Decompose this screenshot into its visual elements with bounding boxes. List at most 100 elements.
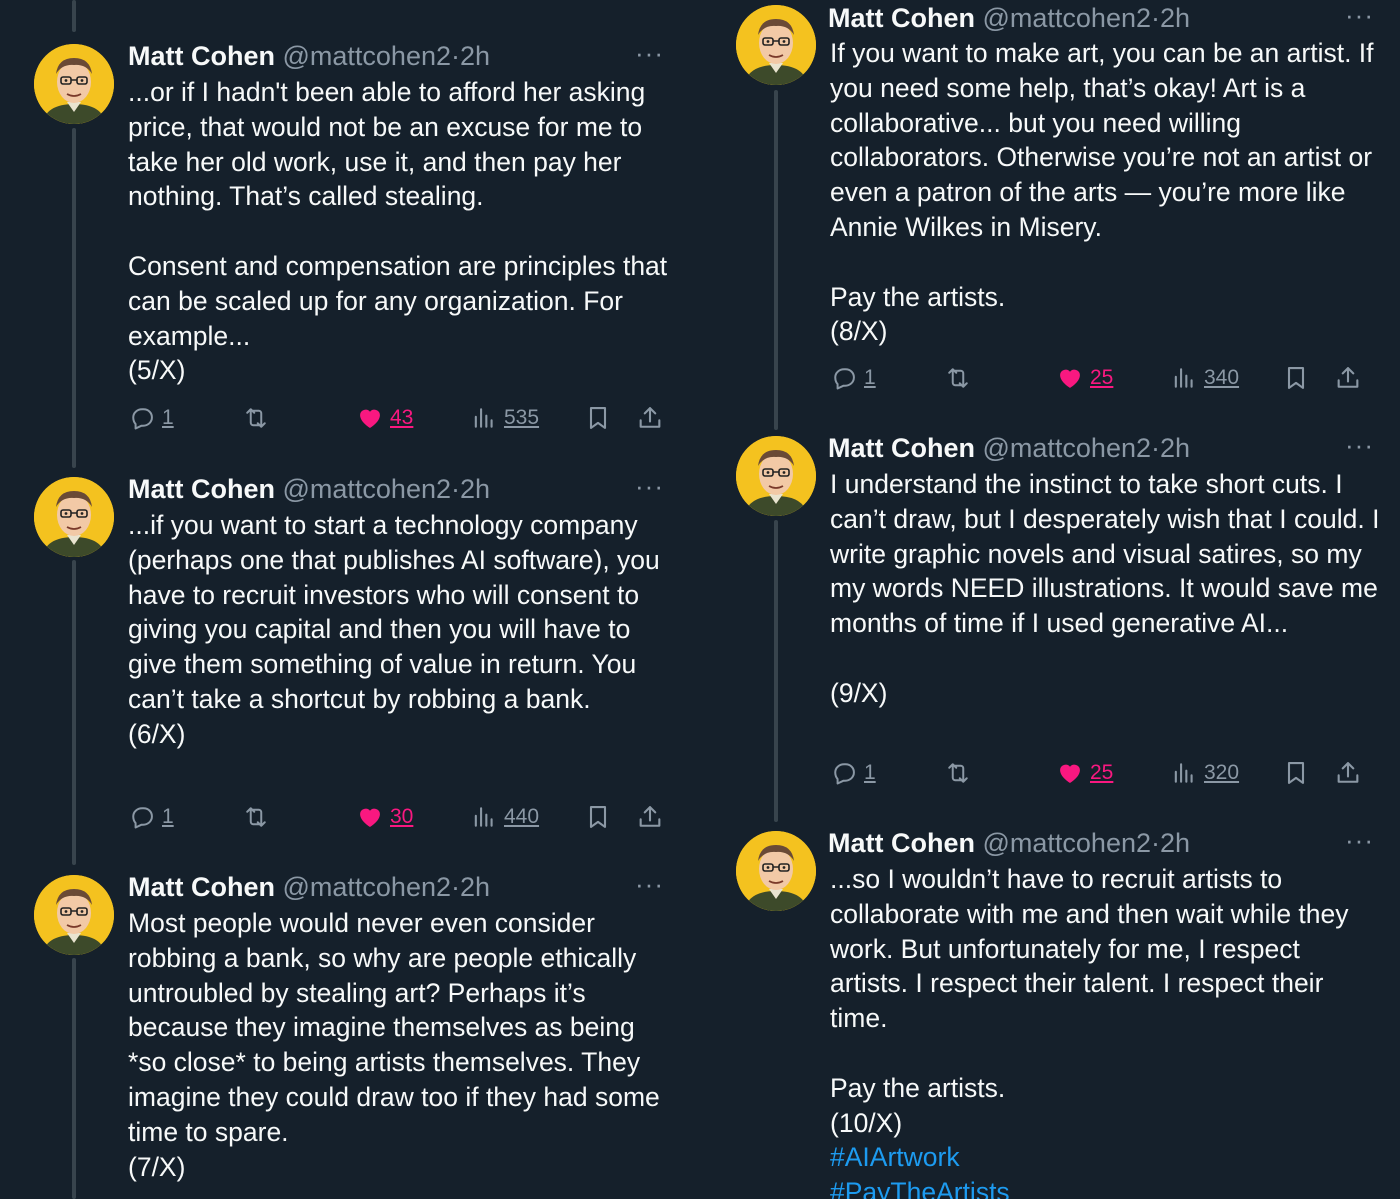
author-handle[interactable]: @mattcohen2 [983,3,1152,33]
timestamp[interactable]: 2h [460,41,490,71]
retweet-button[interactable] [944,755,972,791]
thread-line [72,0,76,32]
more-icon[interactable]: ··· [635,38,664,68]
bookmark-button[interactable] [584,400,612,436]
tweet-actions: 1 25 320 [830,755,1378,791]
more-icon[interactable]: ··· [635,869,664,899]
more-icon[interactable]: ··· [1345,0,1374,30]
timestamp[interactable]: 2h [460,474,490,504]
avatar[interactable] [736,436,816,516]
tweet-actions: 1 25 340 [830,360,1378,396]
heart-icon [1056,759,1084,787]
views-button[interactable]: 535 [470,400,539,436]
bookmark-icon [1282,759,1310,787]
author-handle[interactable]: @mattcohen2 [283,872,452,902]
thread-line [72,128,76,468]
views-icon [1170,364,1198,392]
reply-button[interactable]: 1 [830,360,876,396]
views-icon [470,803,498,831]
author-name[interactable]: Matt Cohen [828,828,975,858]
tweet-header: Matt Cohen @mattcohen2·2h [128,869,690,905]
reply-button[interactable]: 1 [830,755,876,791]
views-count: 320 [1204,761,1240,784]
author-handle[interactable]: @mattcohen2 [283,41,452,71]
like-button[interactable]: 30 [356,799,413,835]
like-count: 25 [1090,761,1114,784]
tweet-header: Matt Cohen @mattcohen2·2h [828,825,1400,861]
hashtag-link[interactable]: #AIArtwork [830,1140,1380,1175]
author-name[interactable]: Matt Cohen [828,3,975,33]
retweet-button[interactable] [242,799,270,835]
avatar[interactable] [736,5,816,85]
separator-dot: · [451,41,460,71]
separator-dot: · [1151,828,1160,858]
reply-count: 1 [162,406,174,429]
timestamp[interactable]: 2h [1160,3,1190,33]
more-icon[interactable]: ··· [1345,430,1374,460]
more-icon[interactable]: ··· [635,471,664,501]
tweet-actions: 1 43 535 [128,400,668,436]
tweet-text: If you want to make art, you can be an a… [830,38,1374,347]
timestamp[interactable]: 2h [460,872,490,902]
views-button[interactable]: 340 [1170,360,1239,396]
views-button[interactable]: 320 [1170,755,1239,791]
retweet-button[interactable] [242,400,270,436]
reply-icon [128,404,156,432]
avatar[interactable] [34,44,114,124]
avatar[interactable] [736,831,816,911]
author-name[interactable]: Matt Cohen [128,872,275,902]
avatar[interactable] [34,477,114,557]
retweet-button[interactable] [944,360,972,396]
author-name[interactable]: Matt Cohen [828,433,975,463]
avatar[interactable] [34,875,114,955]
heart-icon [356,404,384,432]
reply-count: 1 [864,366,876,389]
views-count: 440 [504,805,540,828]
reply-button[interactable]: 1 [128,400,174,436]
tweet-header: Matt Cohen @mattcohen2·2h [128,38,690,74]
reply-button[interactable]: 1 [128,799,174,835]
thread-line [72,560,76,865]
share-icon [636,803,664,831]
tweet-text-content: ...so I wouldn’t have to recruit artists… [830,864,1349,1138]
thread-line [774,520,778,822]
separator-dot: · [451,872,460,902]
share-icon [1334,759,1362,787]
like-button[interactable]: 43 [356,400,413,436]
left-thread-column: Matt Cohen @mattcohen2·2h ··· ...or if I… [0,0,690,1199]
share-button[interactable] [636,400,664,436]
tweet-header: Matt Cohen @mattcohen2·2h [828,430,1400,466]
bookmark-button[interactable] [1282,755,1310,791]
bookmark-button[interactable] [1282,360,1310,396]
like-count: 43 [390,406,414,429]
like-count: 25 [1090,366,1114,389]
timestamp[interactable]: 2h [1160,433,1190,463]
like-count: 30 [390,805,414,828]
more-icon[interactable]: ··· [1345,825,1374,855]
tweet-header: Matt Cohen @mattcohen2·2h [128,471,690,507]
share-button[interactable] [636,799,664,835]
author-handle[interactable]: @mattcohen2 [283,474,452,504]
hashtag-link[interactable]: #PayTheArtists [830,1175,1380,1199]
reply-icon [128,803,156,831]
separator-dot: · [1151,3,1160,33]
like-button[interactable]: 25 [1056,360,1113,396]
retweet-icon [242,803,270,831]
separator-dot: · [451,474,460,504]
author-name[interactable]: Matt Cohen [128,474,275,504]
views-button[interactable]: 440 [470,799,539,835]
reply-count: 1 [864,761,876,784]
separator-dot: · [1151,433,1160,463]
author-handle[interactable]: @mattcohen2 [983,433,1152,463]
bookmark-button[interactable] [584,799,612,835]
tweet-text: ...so I wouldn’t have to recruit artists… [830,862,1380,1199]
tweet-header: Matt Cohen @mattcohen2·2h [828,0,1400,36]
author-handle[interactable]: @mattcohen2 [983,828,1152,858]
author-name[interactable]: Matt Cohen [128,41,275,71]
retweet-icon [944,759,972,787]
reply-count: 1 [162,805,174,828]
timestamp[interactable]: 2h [1160,828,1190,858]
share-button[interactable] [1334,360,1362,396]
share-button[interactable] [1334,755,1362,791]
like-button[interactable]: 25 [1056,755,1113,791]
